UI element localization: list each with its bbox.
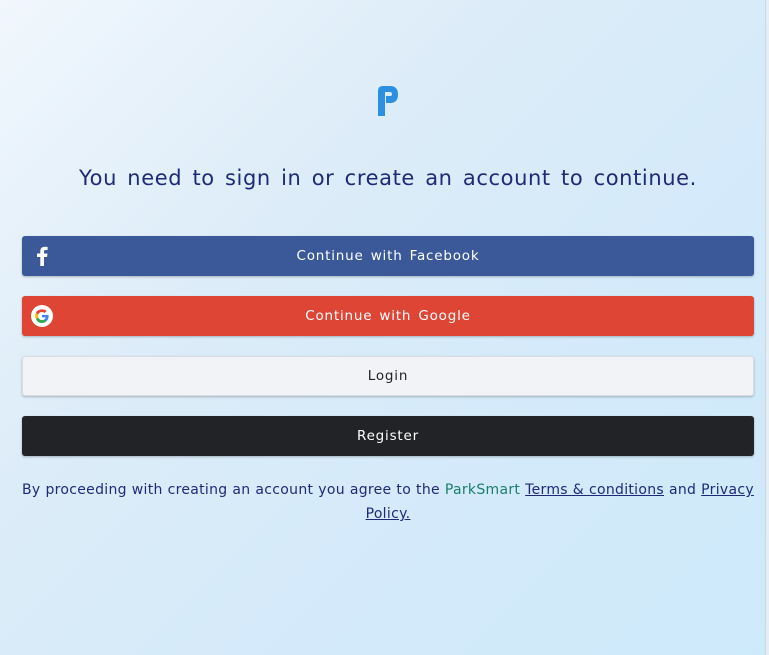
login-button-label: Login [367,368,409,384]
consent-prefix: By proceeding with creating an account y… [22,482,440,498]
window-edge [765,0,769,655]
register-button-label: Register [357,428,419,444]
brand-name: ParkSmart [444,482,521,498]
consent-and: and [668,482,697,498]
continue-with-facebook-button[interactable]: Continue with Facebook [22,236,754,276]
consent-period: . [405,506,411,522]
facebook-button-label: Continue with Facebook [296,248,480,264]
login-button[interactable]: Login [22,356,754,396]
register-button[interactable]: Register [22,416,754,456]
consent-text: By proceeding with creating an account y… [22,478,754,526]
terms-conditions-link[interactable]: Terms & conditions [525,482,664,498]
google-button-label: Continue with Google [305,308,471,324]
facebook-icon [31,245,53,267]
page-heading: You need to sign in or create an account… [79,166,697,190]
continue-with-google-button[interactable]: Continue with Google [22,296,754,336]
google-icon [31,305,53,327]
parksmart-logo-icon [374,82,402,118]
